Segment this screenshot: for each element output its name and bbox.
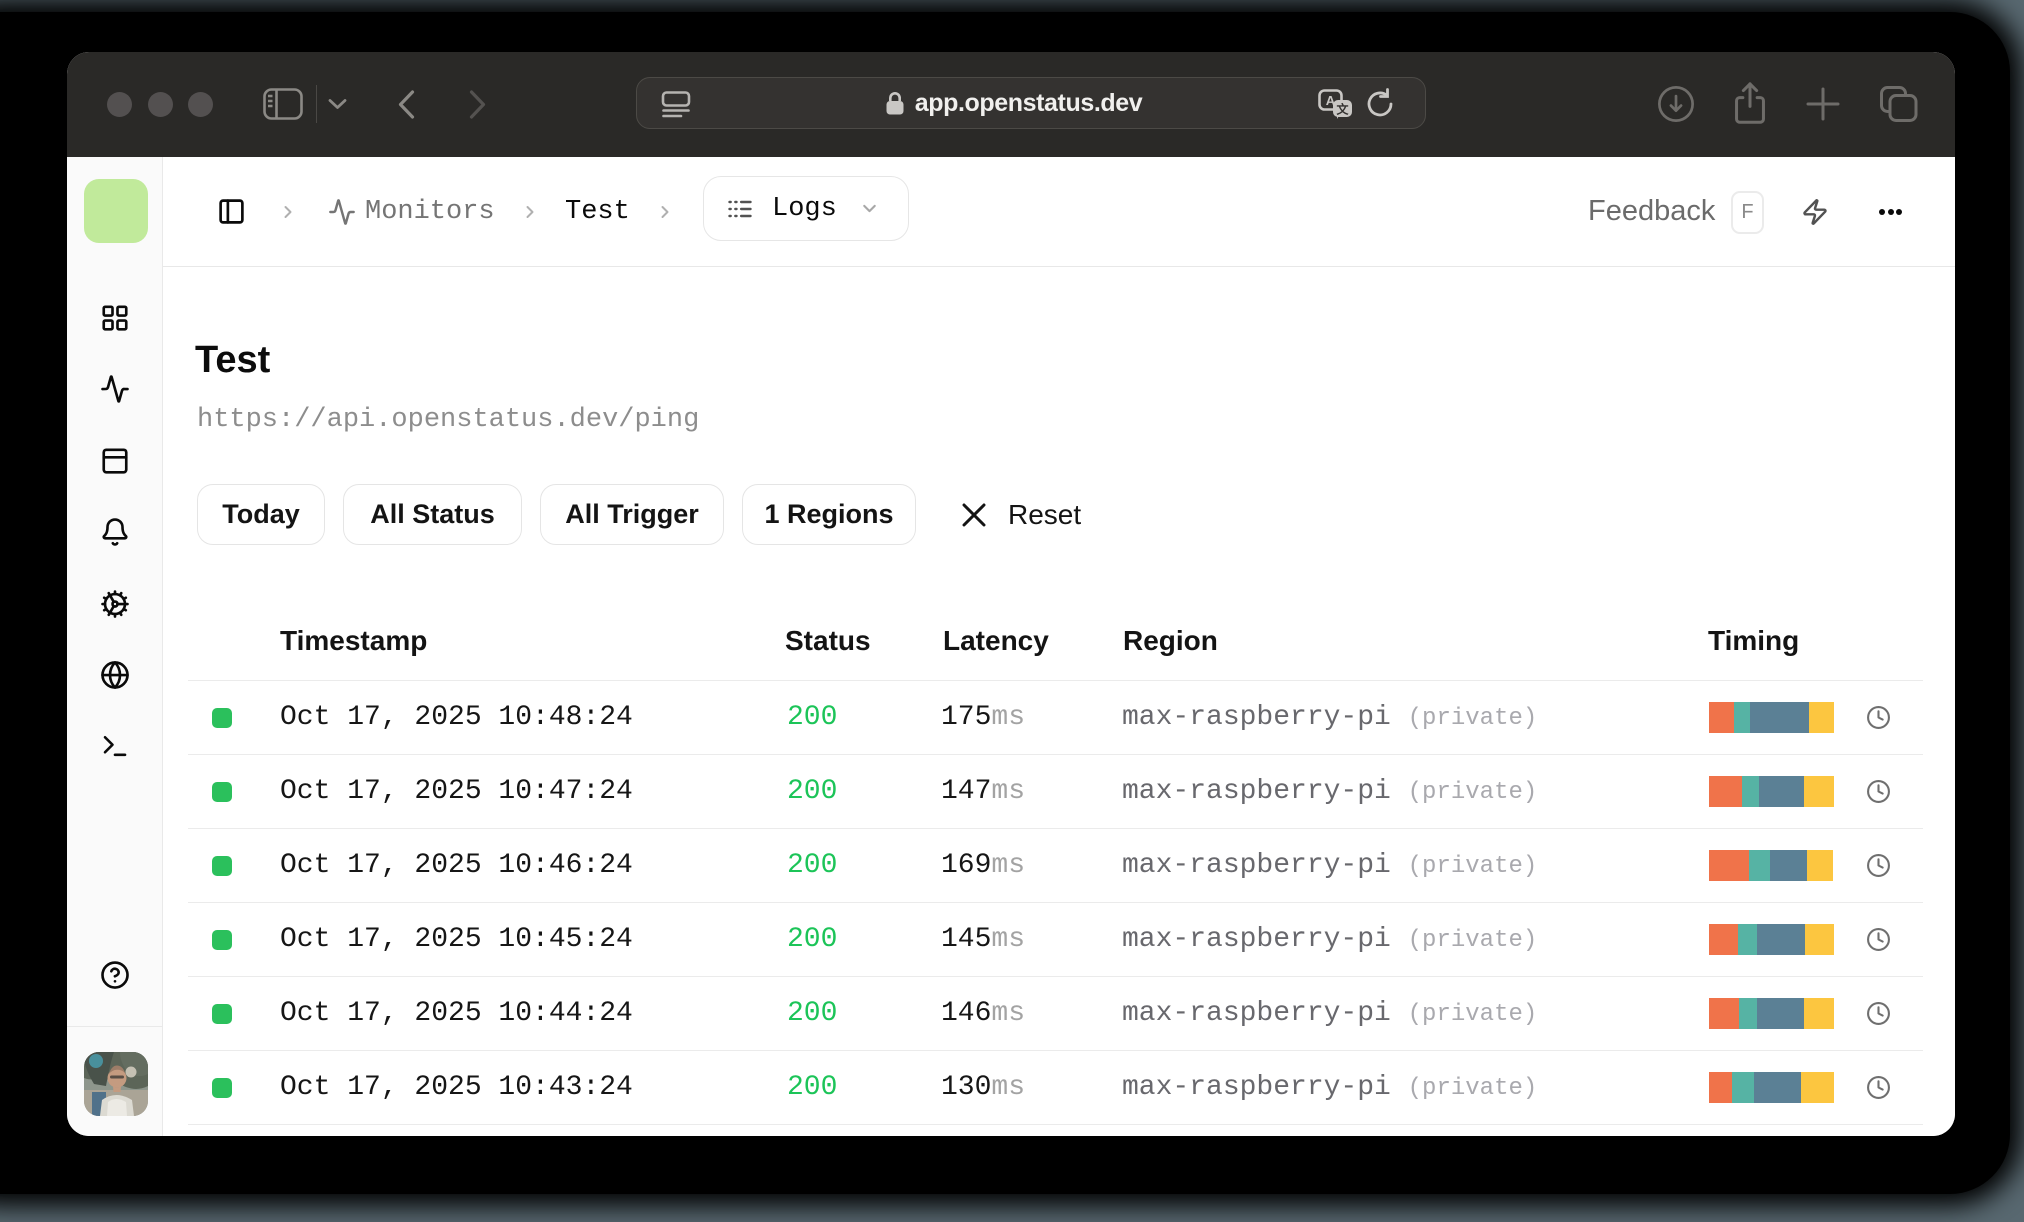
svg-text:文: 文 xyxy=(1336,102,1349,117)
